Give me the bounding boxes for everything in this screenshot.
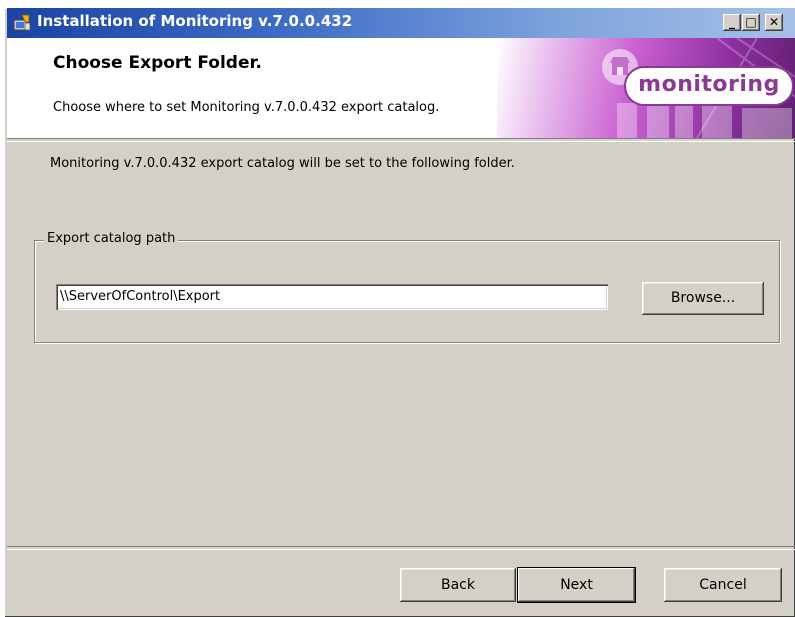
- close-button[interactable]: ✕: [765, 14, 783, 31]
- browse-button[interactable]: Browse...: [642, 282, 764, 315]
- cancel-button[interactable]: Cancel: [664, 568, 782, 602]
- installer-icon: [13, 14, 31, 32]
- page-title: Choose Export Folder.: [53, 53, 262, 73]
- window-title: Installation of Monitoring v.7.0.0.432: [37, 12, 353, 30]
- maximize-button[interactable]: □: [742, 14, 760, 31]
- banner-divider: [7, 138, 795, 142]
- next-button[interactable]: Next: [517, 567, 636, 603]
- installer-window: Installation of Monitoring v.7.0.0.432 _…: [4, 8, 795, 617]
- minimize-button[interactable]: _: [723, 14, 741, 31]
- title-bar[interactable]: Installation of Monitoring v.7.0.0.432 _…: [7, 8, 795, 38]
- back-button[interactable]: Back: [400, 568, 516, 602]
- folder-description: Monitoring v.7.0.0.432 export catalog wi…: [50, 156, 515, 171]
- export-path-group-label: Export catalog path: [44, 231, 179, 246]
- header-banner: monitoring Choose Export Folder. Choose …: [7, 38, 795, 138]
- export-path-input[interactable]: \\ServerOfControl\Export: [56, 284, 608, 310]
- page-subtitle: Choose where to set Monitoring v.7.0.0.4…: [53, 100, 440, 115]
- monitoring-logo: monitoring: [624, 66, 794, 106]
- footer-divider: [7, 546, 795, 550]
